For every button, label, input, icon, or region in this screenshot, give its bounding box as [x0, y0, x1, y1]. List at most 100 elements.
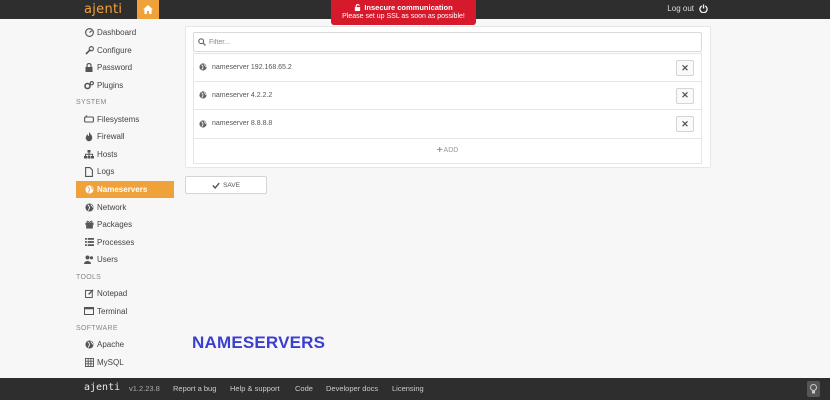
home-button[interactable]	[137, 0, 159, 19]
wrench-icon	[84, 45, 94, 55]
sidebar-item-terminal[interactable]: Terminal	[76, 302, 174, 320]
globe-icon	[84, 185, 94, 195]
sitemap-icon	[84, 149, 94, 159]
fire-icon	[84, 131, 94, 142]
sidebar-item-notepad[interactable]: Notepad	[76, 285, 174, 303]
dashboard-icon	[84, 28, 94, 38]
logout-button[interactable]: Log out	[667, 4, 708, 13]
globe-icon	[199, 63, 207, 71]
section-tools: TOOLS	[76, 273, 102, 281]
close-icon: ✕	[681, 62, 689, 73]
sidebar-item-label: Filesystems	[97, 114, 140, 124]
check-icon	[212, 182, 220, 189]
list-item: nameserver 8.8.8.8 ✕	[193, 110, 702, 139]
code-link[interactable]: Code	[295, 384, 313, 393]
add-button[interactable]: + ADD	[193, 138, 702, 164]
sidebar-item-firewall[interactable]: Firewall	[76, 128, 174, 146]
sidebar-item-label: Terminal	[97, 306, 128, 316]
save-label: SAVE	[223, 181, 240, 189]
licensing-link[interactable]: Licensing	[392, 384, 424, 393]
lightbulb-icon	[810, 384, 817, 394]
plus-icon: +	[436, 145, 443, 156]
list-icon	[84, 237, 94, 247]
nameserver-label: nameserver 4.2.2.2	[212, 91, 273, 99]
sidebar-item-label: MySQL	[97, 357, 124, 367]
delete-button[interactable]: ✕	[676, 116, 694, 132]
sidebar-item-hosts[interactable]: Hosts	[76, 146, 174, 164]
developer-docs-link[interactable]: Developer docs	[326, 384, 378, 393]
nameserver-label: nameserver 8.8.8.8	[212, 120, 273, 128]
sidebar-item-label: Notepad	[97, 289, 128, 299]
nameserver-list: nameserver 192.168.65.2 ✕ nameserver 4.2…	[193, 53, 702, 164]
add-label: ADD	[443, 147, 459, 154]
nameserver-label: nameserver 192.168.65.2	[212, 63, 292, 71]
section-software: SOFTWARE	[76, 324, 118, 332]
globe-icon	[84, 202, 94, 212]
sidebar-item-plugins[interactable]: Plugins	[76, 77, 174, 95]
sidebar-item-network[interactable]: Network	[76, 198, 174, 216]
alert-message: Please set up SSL as soon as possible!	[342, 13, 465, 20]
sidebar-item-packages[interactable]: Packages	[76, 216, 174, 234]
globe-icon	[84, 340, 94, 350]
section-system: SYSTEM	[76, 99, 107, 107]
terminal-icon	[84, 306, 94, 316]
help-support-link[interactable]: Help & support	[230, 384, 280, 393]
filter-box	[193, 32, 702, 52]
sidebar-item-label: Firewall	[97, 132, 125, 142]
report-bug-link[interactable]: Report a bug	[173, 384, 216, 393]
sidebar-item-configure[interactable]: Configure	[76, 42, 174, 60]
users-icon	[84, 255, 94, 265]
delete-button[interactable]: ✕	[676, 87, 694, 104]
footer: ajenti v1.2.23.8 Report a bug Help & sup…	[0, 378, 830, 400]
sidebar-item-mysql[interactable]: MySQL	[76, 354, 174, 372]
sidebar-item-label: Hosts	[97, 149, 118, 159]
footer-logo: ajenti	[84, 382, 121, 393]
lock-icon	[84, 63, 94, 73]
list-item: nameserver 4.2.2.2 ✕	[193, 81, 702, 110]
gift-icon	[84, 220, 94, 230]
sidebar-item-label: Nameservers	[97, 185, 148, 195]
close-icon: ✕	[681, 90, 689, 100]
globe-icon	[199, 120, 207, 128]
globe-icon	[199, 91, 207, 99]
close-icon: ✕	[681, 118, 689, 129]
sidebar-item-label: Password	[97, 63, 133, 73]
version-label: v1.2.23.8	[129, 384, 160, 393]
ssl-warning-alert: Insecure communication Please set up SSL…	[331, 0, 476, 25]
sidebar-item-logs[interactable]: Logs	[76, 163, 174, 181]
app-logo[interactable]: ajenti	[84, 2, 122, 17]
sidebar-item-dashboard[interactable]: Dashboard	[76, 24, 174, 42]
power-icon	[699, 4, 708, 13]
sidebar-item-label: Logs	[97, 167, 115, 177]
edit-icon	[84, 289, 94, 299]
sidebar: Dashboard Configure Password Plugins SYS…	[76, 19, 174, 378]
sidebar-item-nameservers[interactable]: Nameservers	[76, 180, 174, 199]
sidebar-item-label: Apache	[97, 340, 125, 350]
delete-button[interactable]: ✕	[676, 60, 694, 76]
sidebar-item-users[interactable]: Users	[76, 251, 174, 269]
sidebar-item-label: Network	[97, 202, 127, 212]
sidebar-item-apache[interactable]: Apache	[76, 336, 174, 354]
sidebar-item-label: Packages	[97, 220, 133, 230]
hdd-icon	[84, 114, 94, 124]
list-item: nameserver 192.168.65.2 ✕	[193, 53, 702, 82]
home-icon	[143, 5, 153, 14]
filter-input[interactable]	[209, 38, 701, 46]
sidebar-item-label: Processes	[97, 237, 135, 247]
alert-title: Insecure communication	[364, 3, 453, 12]
lightbulb-button[interactable]	[807, 381, 820, 397]
sidebar-item-label: Configure	[97, 45, 132, 55]
table-icon	[84, 357, 94, 367]
sidebar-item-filesystems[interactable]: Filesystems	[76, 110, 174, 128]
sidebar-item-label: Users	[97, 255, 118, 265]
file-icon	[84, 167, 94, 177]
sidebar-item-label: Plugins	[97, 81, 124, 91]
sidebar-item-label: Dashboard	[97, 28, 137, 38]
logout-label: Log out	[667, 4, 694, 13]
page-title: NAMESERVERS	[192, 333, 326, 352]
gears-icon	[84, 81, 94, 91]
sidebar-item-processes[interactable]: Processes	[76, 234, 174, 252]
save-button[interactable]: SAVE	[185, 176, 267, 194]
unlock-icon	[355, 4, 361, 11]
sidebar-item-password[interactable]: Password	[76, 59, 174, 77]
